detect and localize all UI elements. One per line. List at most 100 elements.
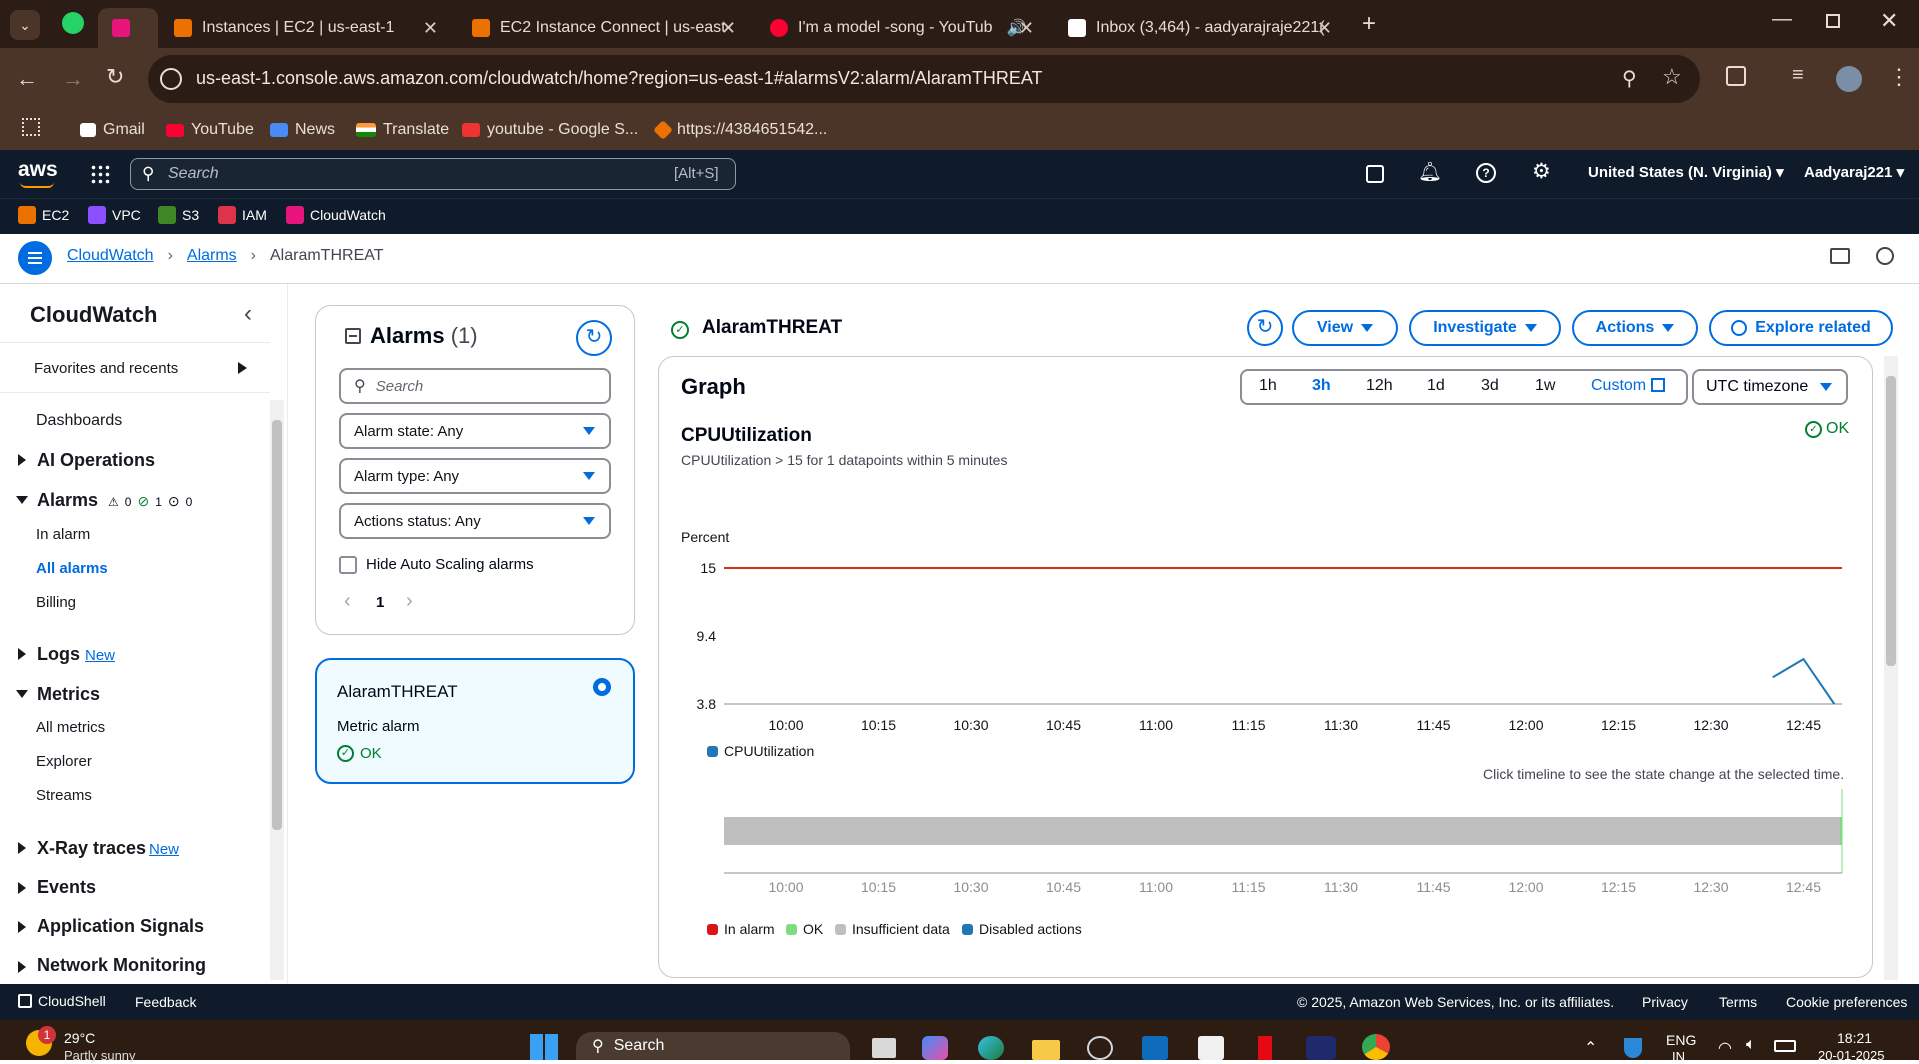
nav-menu-toggle-icon[interactable] — [18, 241, 52, 275]
apps-grid-icon[interactable] — [22, 118, 40, 136]
aws-logo[interactable]: aws — [18, 158, 58, 182]
sidebar-item-billing[interactable]: Billing — [36, 594, 76, 611]
reload-icon[interactable]: ↻ — [106, 64, 124, 90]
close-tab-icon[interactable]: ✕ — [721, 18, 736, 39]
defender-icon[interactable] — [1624, 1038, 1642, 1058]
sidebar-item-alarms[interactable]: Alarms — [37, 490, 98, 511]
info-panel-icon[interactable] — [1876, 247, 1894, 265]
sidebar-item-logs[interactable]: Logs — [37, 644, 80, 665]
dell-icon[interactable] — [1087, 1036, 1113, 1060]
investigate-button[interactable]: Investigate — [1409, 310, 1561, 346]
profile-avatar[interactable] — [1836, 66, 1862, 92]
sidebar-item-all-alarms[interactable]: All alarms — [36, 560, 108, 577]
sidebar-scroll-thumb[interactable] — [272, 420, 282, 830]
restore-button[interactable] — [1826, 14, 1840, 28]
range-3h[interactable]: 3h — [1312, 377, 1331, 395]
next-page-icon[interactable]: › — [406, 590, 413, 613]
collapse-sidebar-icon[interactable]: ‹ — [244, 300, 252, 328]
tray-chevron-icon[interactable]: ⌃ — [1584, 1038, 1597, 1058]
weather-desc[interactable]: Partly sunny — [64, 1048, 136, 1063]
account-menu[interactable]: Aadyaraj221 ▾ — [1804, 163, 1904, 181]
series-legend[interactable]: CPUUtilization — [707, 743, 814, 759]
bookmark-star-icon[interactable]: ☆ — [1662, 64, 1682, 90]
task-view-icon[interactable] — [872, 1038, 896, 1058]
fav-vpc[interactable]: VPC — [88, 204, 141, 226]
forward-icon[interactable]: → — [62, 66, 84, 92]
sidebar-item-explorer[interactable]: Explorer — [36, 753, 92, 770]
language-indicator[interactable]: ENG — [1666, 1032, 1696, 1048]
sidebar-item-dashboards[interactable]: Dashboards — [36, 412, 122, 430]
media-control-icon[interactable]: ≡ — [1792, 64, 1804, 87]
bookmark-youtube-google[interactable]: youtube - Google S... — [462, 116, 638, 144]
tab-ec2-connect[interactable]: EC2 Instance Connect | us-east- ✕ — [458, 8, 748, 48]
tab-gmail[interactable]: Inbox (3,464) - aadyarajraje221(✕ — [1054, 8, 1344, 48]
minimize-button[interactable]: — — [1772, 8, 1792, 31]
cloudshell-icon[interactable] — [1366, 165, 1384, 183]
caret-right-icon[interactable] — [18, 454, 26, 466]
feedback-link[interactable]: Feedback — [135, 994, 196, 1010]
explore-related-button[interactable]: Explore related — [1709, 310, 1893, 346]
refresh-button[interactable]: ↻ — [1247, 310, 1283, 346]
cookie-preferences-link[interactable]: Cookie preferences — [1786, 994, 1907, 1010]
url-text[interactable]: us-east-1.console.aws.amazon.com/cloudwa… — [196, 68, 1043, 89]
alarm-search-input[interactable]: ⚲ Search — [339, 368, 611, 404]
cloudshell-footer-button[interactable]: CloudShell — [18, 993, 106, 1009]
wifi-icon[interactable]: ◠ — [1718, 1038, 1732, 1058]
extensions-icon[interactable] — [1726, 66, 1746, 86]
language-region[interactable]: IN — [1672, 1049, 1685, 1064]
view-button[interactable]: View — [1292, 310, 1398, 346]
sidebar-item-streams[interactable]: Streams — [36, 787, 92, 804]
alarm-type-filter[interactable]: Alarm type: Any — [339, 458, 611, 494]
clock-date[interactable]: 20-01-2025 — [1818, 1048, 1885, 1063]
sidebar-item-ai-operations[interactable]: AI Operations — [37, 450, 155, 471]
cpu-utilization-chart[interactable]: Percent 15 9.4 3.8 10:00 10:15 10:30 10:45 11:00… — [660, 520, 1860, 760]
sidebar-item-events[interactable]: Events — [37, 877, 96, 898]
weather-temp[interactable]: 29°C — [64, 1030, 95, 1046]
main-scroll-thumb[interactable] — [1886, 376, 1896, 666]
site-info-icon[interactable] — [160, 68, 182, 90]
privacy-link[interactable]: Privacy — [1642, 994, 1688, 1010]
back-icon[interactable]: ← — [16, 66, 38, 92]
taskbar-search[interactable]: ⚲ Search — [576, 1032, 850, 1060]
tab-youtube[interactable]: I'm a model -song - YouTub 🔊 ✕ — [756, 8, 1046, 48]
store-icon[interactable] — [1198, 1036, 1224, 1060]
range-3d[interactable]: 3d — [1481, 377, 1499, 395]
notifications-bell-icon[interactable]: 🔔︎ — [1418, 160, 1442, 184]
help-icon[interactable]: ? — [1476, 163, 1496, 183]
refresh-list-button[interactable]: ↻ — [576, 320, 612, 356]
breadcrumb-alarms[interactable]: Alarms — [187, 247, 237, 265]
caret-right-icon[interactable] — [18, 961, 26, 973]
actions-status-filter[interactable]: Actions status: Any — [339, 503, 611, 539]
hide-autoscaling-checkbox[interactable] — [339, 556, 357, 574]
terms-link[interactable]: Terms — [1719, 994, 1757, 1010]
netflix-icon[interactable] — [1258, 1036, 1272, 1060]
favorites-and-recents[interactable]: Favorites and recents — [34, 360, 178, 377]
bookmark-aws-link[interactable]: https://4384651542... — [653, 116, 827, 144]
caret-right-icon[interactable] — [18, 882, 26, 894]
edge-icon[interactable] — [978, 1036, 1004, 1060]
clock-time[interactable]: 18:21 — [1837, 1030, 1872, 1046]
logs-new-badge[interactable]: New — [85, 647, 115, 664]
alarm-state-filter[interactable]: Alarm state: Any — [339, 413, 611, 449]
collapse-list-icon[interactable] — [345, 328, 361, 344]
page-number[interactable]: 1 — [376, 594, 384, 611]
timezone-select[interactable]: UTC timezone — [1692, 369, 1848, 405]
range-12h[interactable]: 12h — [1366, 377, 1393, 395]
tab-cloudwatch[interactable] — [98, 8, 158, 48]
sidebar-item-metrics[interactable]: Metrics — [37, 684, 100, 705]
caret-right-icon[interactable] — [238, 362, 247, 374]
caret-right-icon[interactable] — [18, 842, 26, 854]
bookmark-translate[interactable]: Translate — [356, 116, 449, 144]
file-explorer-icon[interactable] — [1032, 1040, 1060, 1060]
screen-icon[interactable] — [1830, 248, 1850, 264]
close-tab-icon[interactable]: ✕ — [423, 18, 438, 39]
outlook-icon[interactable] — [1142, 1036, 1168, 1060]
range-1w[interactable]: 1w — [1535, 377, 1555, 395]
zoom-icon[interactable]: ⚲ — [1622, 66, 1637, 91]
fav-iam[interactable]: IAM — [218, 204, 267, 226]
caret-right-icon[interactable] — [18, 921, 26, 933]
close-tab-icon[interactable]: ✕ — [1019, 18, 1034, 39]
hide-autoscaling-label[interactable]: Hide Auto Scaling alarms — [366, 556, 534, 573]
actions-button[interactable]: Actions — [1572, 310, 1698, 346]
bookmark-gmail[interactable]: Gmail — [80, 116, 145, 144]
